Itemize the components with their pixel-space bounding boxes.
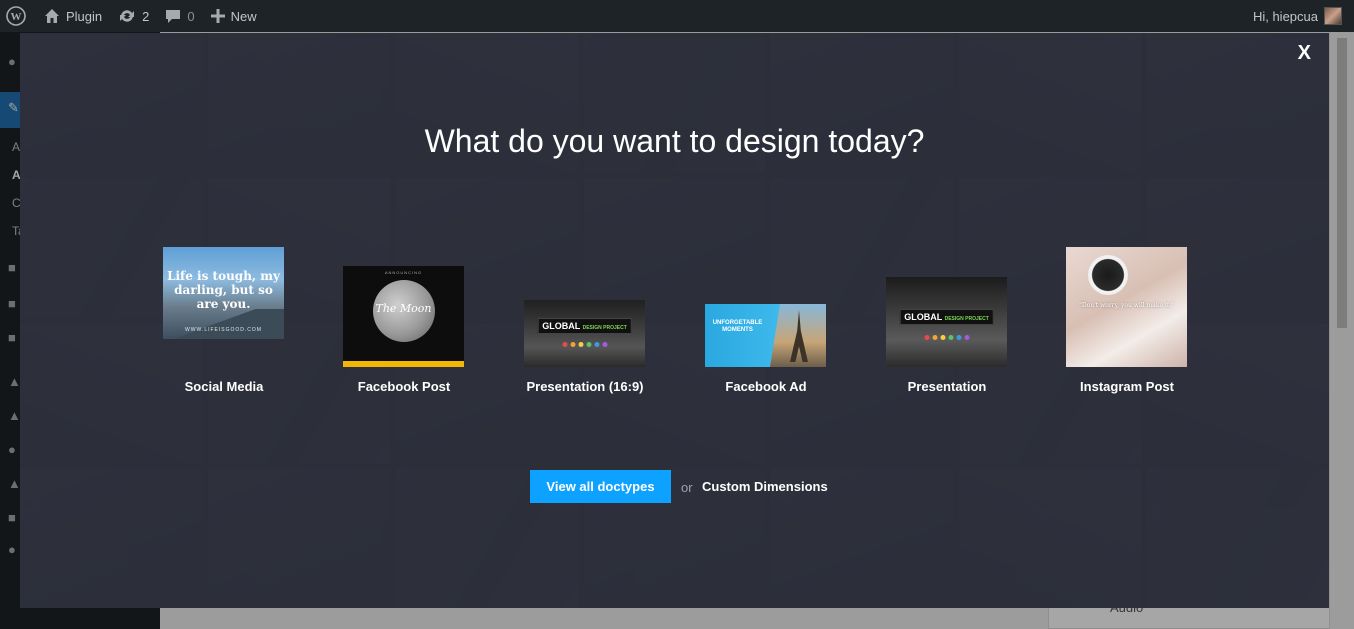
plus-icon <box>210 9 225 23</box>
greeting: Hi, hiepcua <box>1252 8 1318 24</box>
facebook-post-thumb-footer: ANNOUNCING <box>384 270 423 275</box>
new-content-link[interactable]: New <box>203 0 265 32</box>
avatar <box>1324 7 1342 25</box>
presentation-16-9-thumb-sub: DESIGN PROJECT <box>582 325 627 331</box>
yellow-stripe <box>343 361 464 367</box>
facebook-post-thumb-text: The Moon <box>375 302 432 315</box>
presentation-16-9-thumb-text: GLOBAL <box>542 321 581 331</box>
doc-type-label[interactable]: Social Media <box>143 379 305 394</box>
wp-admin-bar: W Plugin 2 0 New Hi, hiepcua <box>0 0 1354 32</box>
instagram-post-thumb-text: "Don't worry, you will make it." <box>1079 302 1174 309</box>
facebook-post-thumbnail[interactable]: ANNOUNCING The Moon <box>343 266 464 367</box>
presentation-16-9-thumbnail[interactable]: GLOBAL DESIGN PROJECT <box>524 300 645 367</box>
design-picker-modal: X What do you want to design today? Life… <box>20 33 1329 608</box>
doc-type-presentation[interactable]: GLOBAL DESIGN PROJECT Presentation <box>886 247 1008 397</box>
doc-type-label[interactable]: Presentation <box>866 379 1028 394</box>
comments-link[interactable]: 0 <box>157 0 202 32</box>
doc-type-instagram-post[interactable]: "Don't worry, you will make it." Instagr… <box>1066 247 1188 397</box>
coffee-cup-image <box>1088 255 1128 295</box>
view-all-doctypes-button[interactable]: View all doctypes <box>530 470 671 503</box>
social-media-thumb-footer: WWW.LIFEISGOOD.COM <box>185 327 262 333</box>
presentation-16-9-badge: GLOBAL DESIGN PROJECT <box>537 318 632 334</box>
doc-type-facebook-ad[interactable]: UNFORGETABLE MOMENTS Facebook Ad <box>705 247 827 397</box>
updates-count: 2 <box>142 8 150 24</box>
presentation-thumb-sub: DESIGN PROJECT <box>944 316 989 322</box>
social-media-thumbnail[interactable]: Life is tough, my darling, but so are yo… <box>163 247 284 339</box>
comments-count: 0 <box>187 8 195 24</box>
presentation-thumbnail[interactable]: GLOBAL DESIGN PROJECT <box>886 277 1007 367</box>
instagram-post-thumbnail[interactable]: "Don't worry, you will make it." <box>1066 247 1187 367</box>
doc-type-label[interactable]: Instagram Post <box>1046 379 1208 394</box>
social-media-thumb-text: Life is tough, my darling, but so are yo… <box>167 269 280 311</box>
color-dots <box>562 342 607 347</box>
my-account-link[interactable]: Hi, hiepcua <box>1253 7 1354 25</box>
doc-type-presentation-16-9[interactable]: GLOBAL DESIGN PROJECT Presentation (16:9… <box>524 247 646 397</box>
close-button[interactable]: X <box>1298 42 1311 65</box>
modal-title: What do you want to design today? <box>424 123 925 159</box>
presentation-thumb-text: GLOBAL <box>904 312 943 322</box>
site-name: Plugin <box>66 8 103 24</box>
updates-link[interactable]: 2 <box>110 0 157 32</box>
color-dots <box>924 335 969 340</box>
doc-type-social-media[interactable]: Life is tough, my darling, but so are yo… <box>163 247 285 397</box>
doc-type-label[interactable]: Facebook Ad <box>685 379 847 394</box>
wordpress-logo-icon[interactable]: W <box>0 0 36 32</box>
updates-icon <box>120 10 135 22</box>
home-icon <box>45 9 59 23</box>
doc-type-facebook-post[interactable]: ANNOUNCING The Moon Facebook Post <box>343 247 465 397</box>
custom-dimensions-link[interactable]: Custom Dimensions <box>702 479 828 494</box>
doc-type-list: Life is tough, my darling, but so are yo… <box>163 247 1188 397</box>
facebook-ad-thumbnail[interactable]: UNFORGETABLE MOMENTS <box>705 304 826 367</box>
doc-type-label[interactable]: Facebook Post <box>323 379 485 394</box>
or-separator: or <box>681 480 693 495</box>
new-label: New <box>230 8 257 24</box>
presentation-badge: GLOBAL DESIGN PROJECT <box>899 309 994 325</box>
mountain-shape <box>163 309 284 339</box>
comment-icon <box>166 10 181 23</box>
doc-type-label[interactable]: Presentation (16:9) <box>504 379 666 394</box>
facebook-ad-thumb-text: UNFORGETABLE MOMENTS <box>712 320 763 333</box>
site-name-link[interactable]: Plugin <box>36 0 110 32</box>
svg-text:W: W <box>11 11 22 23</box>
